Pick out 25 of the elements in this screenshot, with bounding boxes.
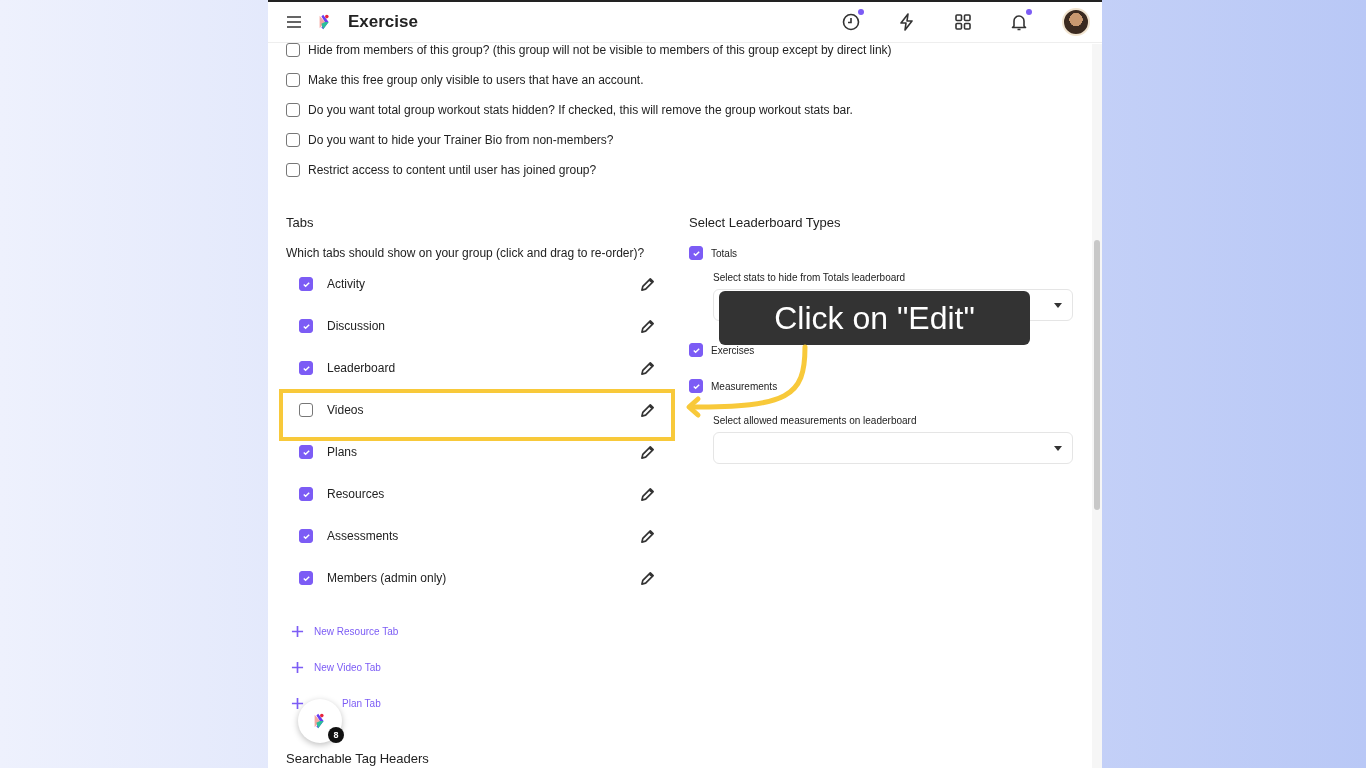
tooltip: Click on "Edit" — [719, 291, 1030, 345]
checkbox-label: Do you want to hide your Trainer Bio from non-members? — [308, 133, 614, 147]
checkbox-label: Restrict access to content until user has joined group? — [308, 163, 597, 177]
field-hint: Select stats to hide from Totals leaderboard — [713, 272, 907, 283]
checkbox-label: Totals — [711, 247, 738, 259]
tab-name: Assessments — [327, 529, 400, 543]
checkbox-label: Measurements — [711, 380, 778, 392]
checkbox-label: Make this free group only visible to users that have an account. — [308, 73, 644, 87]
tab-name: Videos — [327, 403, 365, 417]
section-prompt: Which tabs should show on your group (click and drag to re-order)? — [286, 246, 646, 260]
field-hint: Select allowed measurements on leaderboard — [713, 415, 918, 426]
section-heading: Searchable Tag Headers — [286, 751, 430, 766]
tab-name: Leaderboard — [327, 361, 397, 375]
tab-name: Plans — [327, 445, 359, 459]
app-title: Exercise — [348, 12, 418, 32]
tab-name: Members (admin only) — [327, 571, 448, 585]
section-heading: Select Leaderboard Types — [689, 215, 842, 230]
checkbox-label: Exercises — [711, 344, 755, 356]
section-heading: Tabs — [286, 215, 315, 230]
tab-name: Discussion — [327, 319, 387, 333]
tab-name: Activity — [327, 277, 366, 291]
count-badge: 8 — [328, 727, 344, 743]
checkbox-label: Do you want total group workout stats hidden? If checked, this will remove the group workout stats bar. — [308, 103, 853, 117]
tab-name: Resources — [327, 487, 386, 501]
checkbox-label: Hide from members of this group? (this group will not be visible to members of this group except by direct link) — [308, 43, 892, 57]
